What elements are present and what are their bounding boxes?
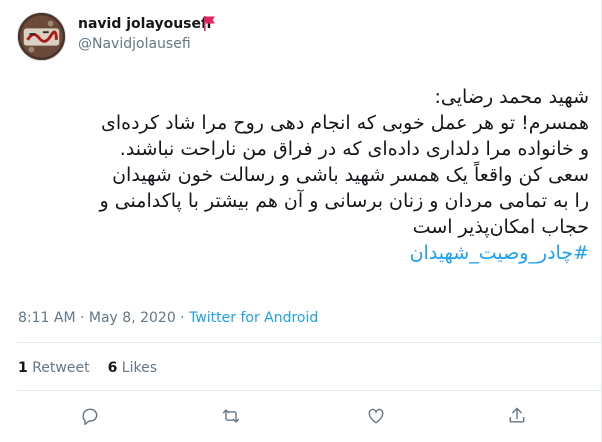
tweet-meta: 8:11 AM · May 8, 2020 · Twitter for Andr… bbox=[18, 310, 318, 326]
flag-icon bbox=[204, 16, 215, 31]
retweets-stat[interactable]: 1 Retweet bbox=[18, 360, 90, 376]
tweet-line: حجاب امکان‌پذیر است bbox=[412, 216, 589, 238]
likes-count: 6 bbox=[107, 360, 118, 376]
like-button[interactable] bbox=[364, 404, 388, 428]
source-link[interactable]: Twitter for Android bbox=[189, 310, 318, 326]
tweet-stats: 1 Retweet 6 Likes bbox=[18, 360, 157, 376]
avatar[interactable] bbox=[17, 12, 66, 61]
tweet-line: و خانواده مرا دلداری داده‌ای که در فراق … bbox=[119, 138, 589, 160]
retweets-label: Retweet bbox=[32, 360, 90, 376]
hashtag-link[interactable]: #چادر_وصیت_شهیدان bbox=[0, 240, 589, 266]
action-bar bbox=[0, 404, 602, 428]
tweet-text: شهید محمد رضایی: همسرم! تو هر عمل خوبی ک… bbox=[0, 84, 590, 266]
likes-stat[interactable]: 6 Likes bbox=[108, 360, 157, 376]
divider bbox=[17, 342, 602, 343]
tweet-line: سعی کن واقعاً یک همسر شهید باشی و رسالت … bbox=[112, 164, 589, 186]
tweet-card: navid jolayousefi @Navidjolausefi شهید م… bbox=[0, 0, 602, 442]
display-name[interactable]: navid jolayousefi bbox=[78, 16, 211, 32]
tweet-line: همسرم! تو هر عمل خوبی که انجام دهی روح م… bbox=[100, 112, 589, 134]
retweet-button[interactable] bbox=[219, 404, 243, 428]
share-icon bbox=[509, 407, 525, 423]
like-icon bbox=[368, 408, 384, 424]
divider bbox=[17, 390, 602, 391]
tweet-line: را به تمامی مردان و زنان برسانی و آن هم … bbox=[99, 190, 590, 212]
likes-label: Likes bbox=[121, 360, 157, 376]
retweets-count: 1 bbox=[18, 360, 28, 376]
tweet-line: شهید محمد رضایی: bbox=[434, 86, 590, 108]
user-handle[interactable]: @Navidjolausefi bbox=[78, 36, 191, 52]
reply-button[interactable] bbox=[78, 404, 102, 428]
retweet-icon bbox=[222, 409, 240, 423]
timestamp[interactable]: 8:11 AM · May 8, 2020 · bbox=[18, 310, 189, 326]
reply-icon bbox=[82, 408, 98, 426]
share-button[interactable] bbox=[505, 404, 529, 428]
